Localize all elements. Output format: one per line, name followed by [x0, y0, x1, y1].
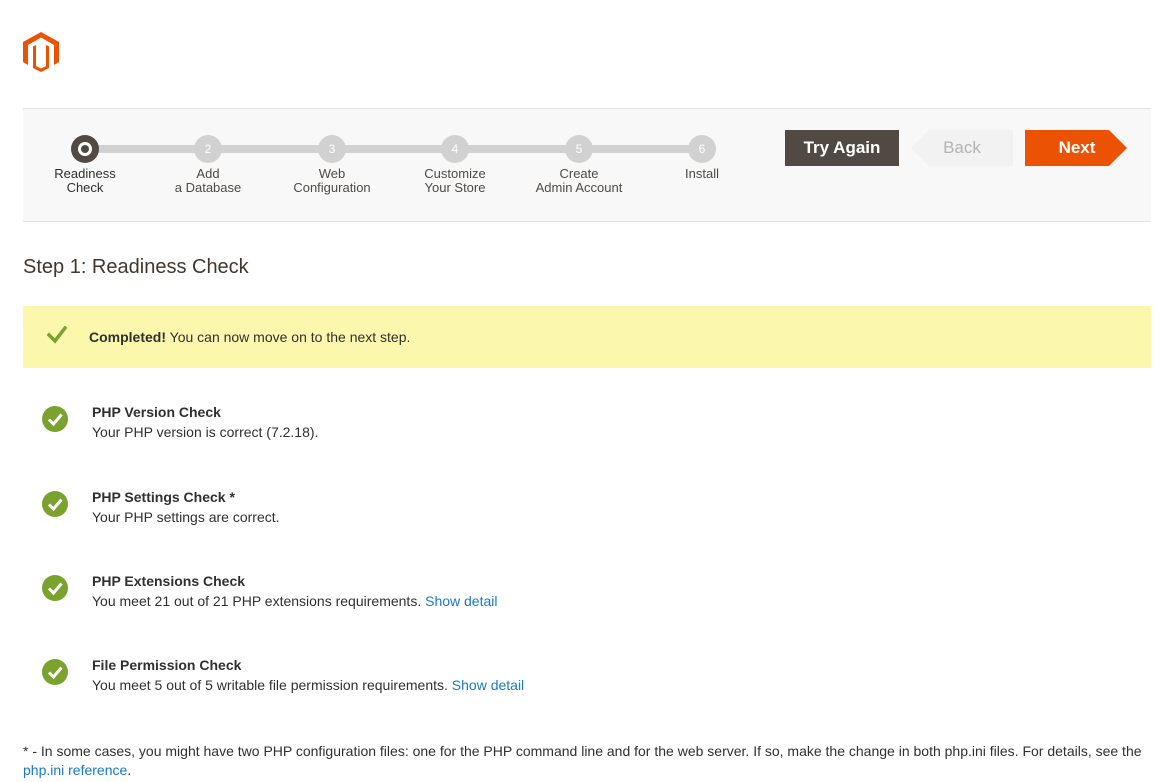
step-label: Web Configuration — [293, 166, 371, 195]
step-label: Customize Your Store — [424, 166, 486, 195]
check-title: PHP Version Check — [92, 404, 221, 420]
step-number: 6 — [688, 135, 716, 163]
php-ini-reference-link[interactable]: php.ini reference — [23, 762, 127, 778]
check-title: File Permission Check — [92, 657, 242, 673]
check-description: Your PHP version is correct (7.2.18). — [92, 424, 319, 440]
footnote-after: . — [127, 762, 132, 778]
magento-logo-icon — [23, 32, 59, 72]
show-detail-link-extensions[interactable]: Show detail — [425, 593, 497, 609]
check-passed-icon — [42, 406, 68, 432]
notice-text: You can now move on to the next step. — [166, 329, 411, 345]
next-button[interactable]: Next — [1025, 130, 1129, 166]
step-number: 4 — [441, 135, 469, 163]
try-again-button[interactable]: Try Again — [785, 130, 899, 166]
check-title: PHP Extensions Check — [92, 573, 246, 589]
footnote-text: * - In some cases, you might have two PH… — [23, 743, 1142, 759]
check-passed-icon — [42, 491, 68, 517]
step-number: 2 — [194, 135, 222, 163]
check-description: You meet 5 out of 5 writable file permis… — [92, 677, 525, 693]
step-label: Create Admin Account — [535, 166, 623, 195]
notice-message: Completed! You can now move on to the ne… — [89, 329, 410, 345]
wizard-step-add-database: 2 Add a Database — [148, 135, 268, 195]
back-button[interactable]: Back — [911, 130, 1013, 166]
show-detail-link-permissions[interactable]: Show detail — [452, 677, 524, 693]
wizard-step-customize-store: 4 Customize Your Store — [395, 135, 515, 195]
check-item-php-extensions: PHP Extensions Check You meet 21 out of … — [42, 573, 1142, 617]
checkmark-icon — [47, 326, 67, 344]
check-description: Your PHP settings are correct. — [92, 509, 280, 525]
step-label: Add a Database — [174, 166, 242, 195]
step-label: Readiness Check — [54, 166, 116, 195]
wizard-step-readiness-check: Readiness Check — [25, 135, 145, 195]
wizard-step-create-admin: 5 Create Admin Account — [519, 135, 639, 195]
check-title: PHP Settings Check * — [92, 489, 235, 505]
step-number: 5 — [565, 135, 593, 163]
check-item-php-settings: PHP Settings Check * Your PHP settings a… — [42, 489, 1142, 533]
step-indicator-active — [71, 135, 99, 163]
check-passed-icon — [42, 575, 68, 601]
wizard-step-install: 6 Install — [642, 135, 762, 181]
check-description: You meet 21 out of 21 PHP extensions req… — [92, 593, 498, 609]
notice-strong: Completed! — [89, 329, 166, 345]
step-label: Install — [685, 166, 719, 181]
step-number: 3 — [318, 135, 346, 163]
footnote: * - In some cases, you might have two PH… — [23, 742, 1148, 780]
check-item-file-permission: File Permission Check You meet 5 out of … — [42, 657, 1142, 701]
setup-wizard-bar: Readiness Check 2 Add a Database 3 Web C… — [23, 108, 1151, 222]
back-button-label: Back — [943, 138, 981, 157]
success-notice: Completed! You can now move on to the ne… — [23, 306, 1151, 368]
wizard-step-web-configuration: 3 Web Configuration — [272, 135, 392, 195]
next-button-label: Next — [1058, 138, 1096, 157]
check-passed-icon — [42, 659, 68, 685]
page-title: Step 1: Readiness Check — [23, 256, 249, 278]
check-item-php-version: PHP Version Check Your PHP version is co… — [42, 404, 1142, 448]
